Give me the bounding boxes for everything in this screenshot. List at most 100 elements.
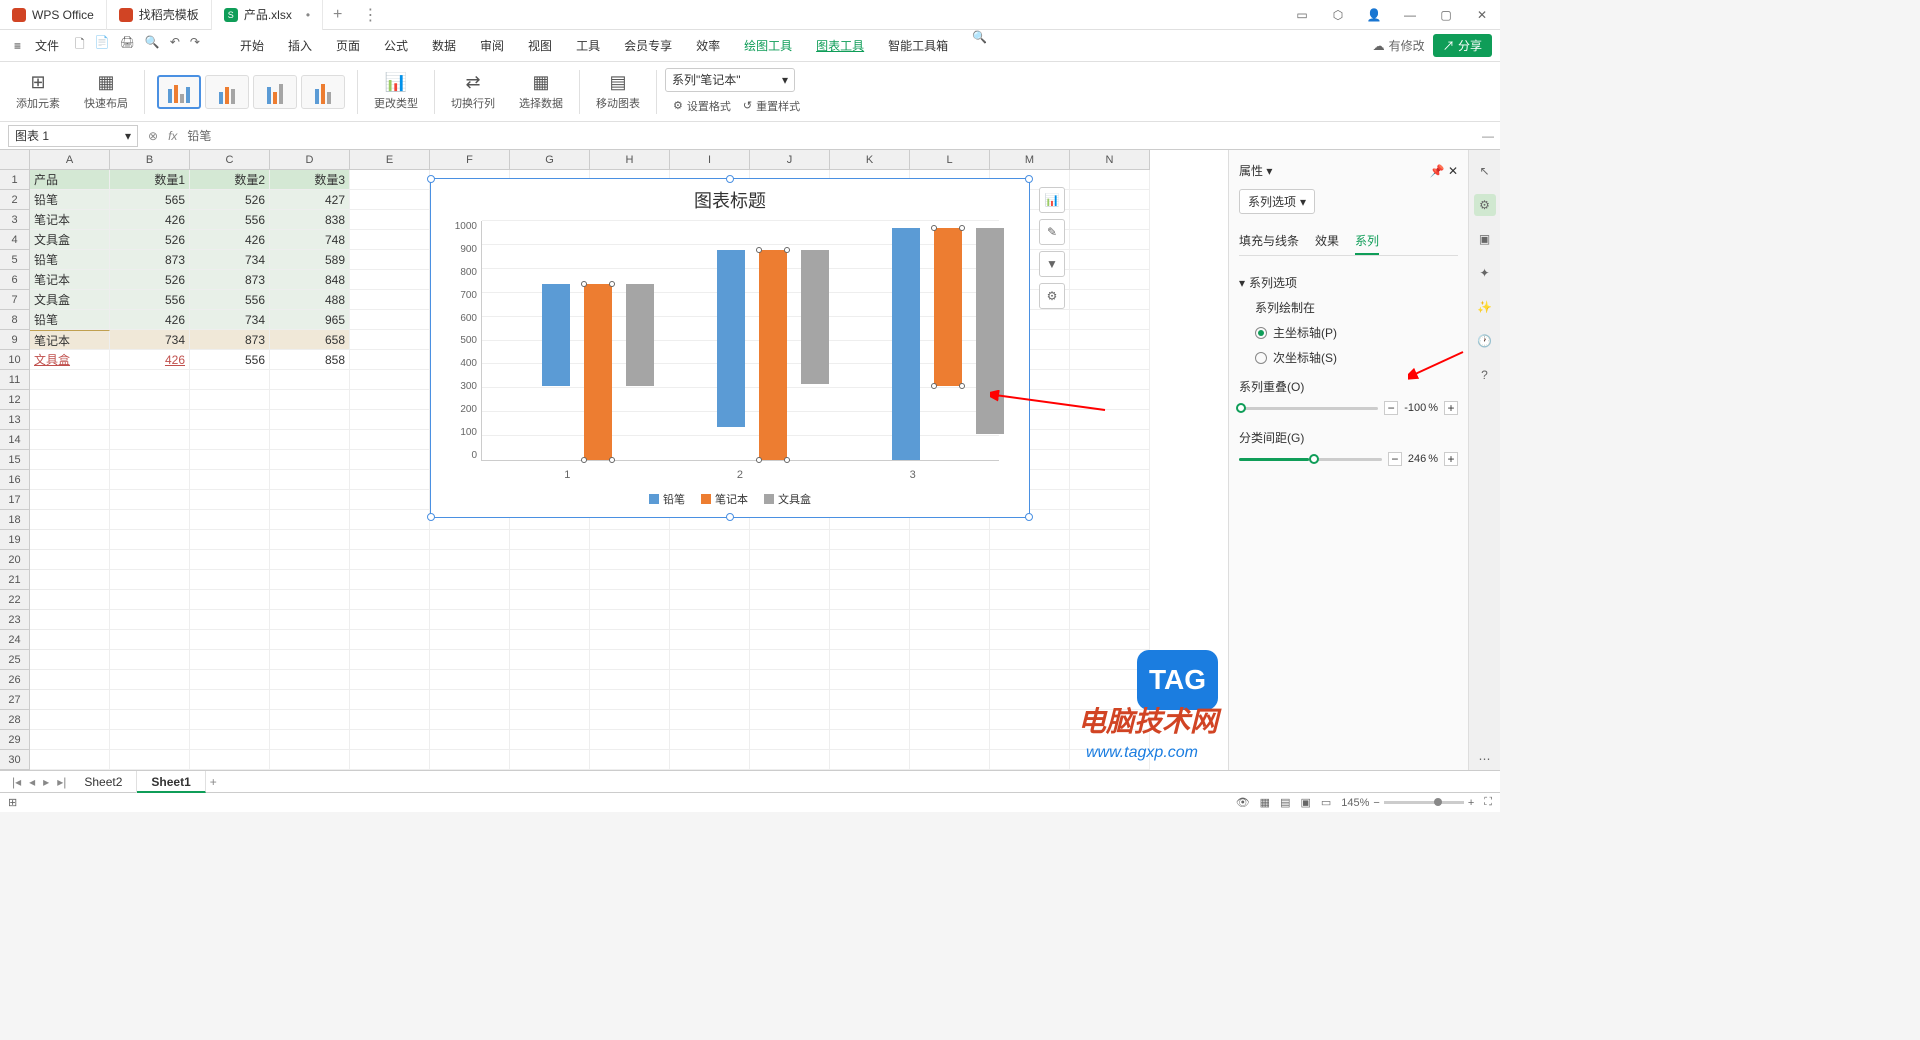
- cell[interactable]: [830, 590, 910, 610]
- cell[interactable]: [750, 530, 830, 550]
- minimize-button[interactable]: —: [1392, 0, 1428, 30]
- cell[interactable]: [30, 370, 110, 390]
- cell[interactable]: [750, 650, 830, 670]
- cell[interactable]: [750, 550, 830, 570]
- cell[interactable]: [190, 730, 270, 750]
- cell[interactable]: [350, 670, 430, 690]
- cell[interactable]: [270, 670, 350, 690]
- chart-handle[interactable]: [726, 175, 734, 183]
- cell[interactable]: [590, 610, 670, 630]
- cell[interactable]: 748: [270, 230, 350, 250]
- chart-title[interactable]: 图表标题: [431, 179, 1029, 221]
- cell[interactable]: [1070, 470, 1150, 490]
- cell[interactable]: [590, 530, 670, 550]
- cell[interactable]: [1070, 450, 1150, 470]
- chart-bar[interactable]: [626, 284, 654, 386]
- cell[interactable]: [110, 730, 190, 750]
- view-normal-icon[interactable]: ▦: [1260, 796, 1270, 809]
- tab-template[interactable]: 找稻壳模板: [107, 0, 212, 30]
- cell[interactable]: [670, 630, 750, 650]
- overlap-decrement[interactable]: −: [1384, 401, 1398, 415]
- cell[interactable]: [30, 730, 110, 750]
- gap-increment[interactable]: +: [1444, 452, 1458, 466]
- cell[interactable]: [750, 690, 830, 710]
- change-type-button[interactable]: 📊更改类型: [366, 72, 426, 111]
- cell[interactable]: [910, 570, 990, 590]
- gap-slider[interactable]: [1239, 458, 1382, 461]
- cell[interactable]: [670, 710, 750, 730]
- cell[interactable]: [910, 610, 990, 630]
- cell[interactable]: [110, 470, 190, 490]
- cell[interactable]: 848: [270, 270, 350, 290]
- chart-bar[interactable]: [934, 228, 962, 386]
- cell[interactable]: [350, 450, 430, 470]
- cell[interactable]: [270, 630, 350, 650]
- cell[interactable]: [430, 610, 510, 630]
- cell[interactable]: [750, 590, 830, 610]
- row-header[interactable]: 10: [0, 350, 30, 370]
- sheet-tab-1[interactable]: Sheet1: [137, 771, 205, 793]
- column-header[interactable]: N: [1070, 150, 1150, 170]
- chart-style-button[interactable]: ✎: [1039, 219, 1065, 245]
- chart-handle[interactable]: [427, 175, 435, 183]
- cell[interactable]: [990, 690, 1070, 710]
- cell[interactable]: [270, 390, 350, 410]
- cell[interactable]: [30, 610, 110, 630]
- cell[interactable]: [1070, 570, 1150, 590]
- cell[interactable]: [190, 690, 270, 710]
- cell[interactable]: 734: [110, 330, 190, 350]
- close-button[interactable]: ✕: [1464, 0, 1500, 30]
- cell[interactable]: [1070, 270, 1150, 290]
- zoom-label[interactable]: 145%: [1341, 797, 1369, 809]
- cell[interactable]: [350, 470, 430, 490]
- cell[interactable]: 文具盒: [30, 290, 110, 310]
- series-section-header[interactable]: ▾ 系列选项: [1239, 270, 1458, 295]
- cell[interactable]: [30, 710, 110, 730]
- cell[interactable]: [830, 530, 910, 550]
- column-header[interactable]: F: [430, 150, 510, 170]
- row-header[interactable]: 20: [0, 550, 30, 570]
- cell[interactable]: [1070, 550, 1150, 570]
- row-header[interactable]: 5: [0, 250, 30, 270]
- cell[interactable]: [1070, 410, 1150, 430]
- row-header[interactable]: 19: [0, 530, 30, 550]
- cell[interactable]: [30, 570, 110, 590]
- chart-handle[interactable]: [427, 513, 435, 521]
- cell[interactable]: 数量3: [270, 170, 350, 190]
- chart-style-3[interactable]: [253, 75, 297, 109]
- select-data-button[interactable]: ▦选择数据: [511, 72, 571, 111]
- cell[interactable]: [990, 570, 1070, 590]
- avatar-icon[interactable]: 👤: [1356, 0, 1392, 30]
- cell[interactable]: [990, 630, 1070, 650]
- overlap-increment[interactable]: +: [1444, 401, 1458, 415]
- cell[interactable]: [110, 450, 190, 470]
- cell[interactable]: [270, 710, 350, 730]
- cell[interactable]: [350, 510, 430, 530]
- row-header[interactable]: 17: [0, 490, 30, 510]
- cell[interactable]: 589: [270, 250, 350, 270]
- cell[interactable]: [110, 590, 190, 610]
- cell[interactable]: [110, 750, 190, 770]
- cell[interactable]: [510, 630, 590, 650]
- cell[interactable]: 数量1: [110, 170, 190, 190]
- hamburger-icon[interactable]: ≡: [8, 39, 27, 53]
- cell[interactable]: [270, 370, 350, 390]
- cell[interactable]: [830, 650, 910, 670]
- cell[interactable]: [30, 690, 110, 710]
- cell[interactable]: [350, 590, 430, 610]
- cell[interactable]: [190, 510, 270, 530]
- cell[interactable]: [750, 730, 830, 750]
- cell[interactable]: [270, 410, 350, 430]
- cell[interactable]: [190, 650, 270, 670]
- chart-bar[interactable]: [542, 284, 570, 386]
- set-format-button[interactable]: ⚙ 设置格式: [673, 98, 731, 114]
- cell[interactable]: [30, 550, 110, 570]
- formula-input[interactable]: 铅笔: [187, 127, 211, 144]
- chart-object[interactable]: 图表标题 10009008007006005004003002001000 12…: [430, 178, 1030, 518]
- cell[interactable]: 铅笔: [30, 310, 110, 330]
- cell[interactable]: [910, 630, 990, 650]
- menu-start[interactable]: 开始: [228, 30, 276, 62]
- print-icon[interactable]: 🖨: [120, 35, 135, 56]
- cell[interactable]: [30, 430, 110, 450]
- redo-icon[interactable]: ↷: [190, 35, 200, 56]
